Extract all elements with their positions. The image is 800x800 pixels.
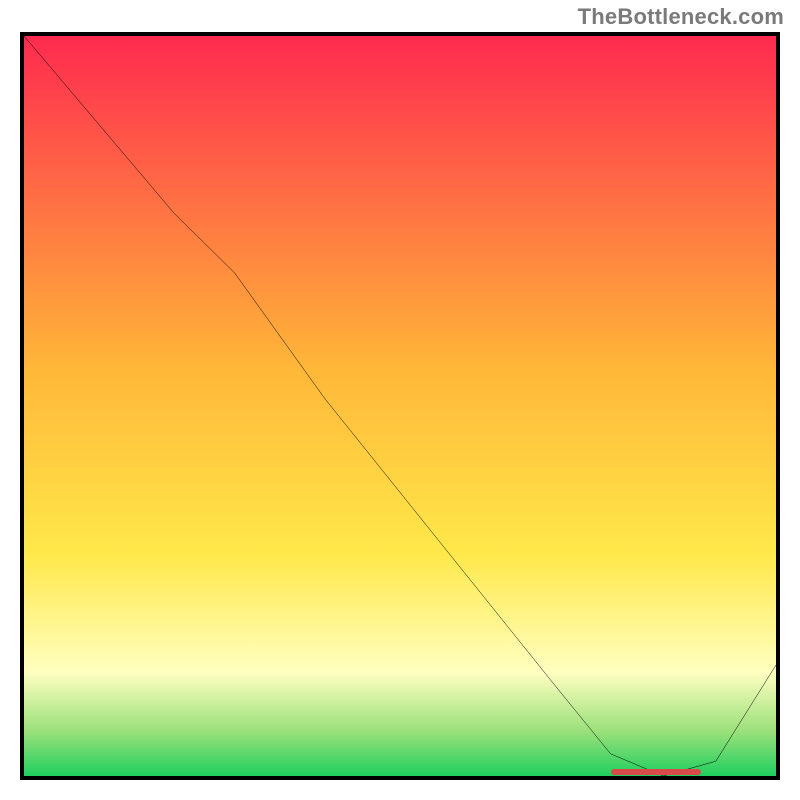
watermark-text: TheBottleneck.com bbox=[578, 4, 784, 30]
chart-plot-area bbox=[20, 32, 780, 780]
sweet-spot-marker bbox=[611, 769, 701, 775]
chart-line-series bbox=[24, 36, 776, 776]
